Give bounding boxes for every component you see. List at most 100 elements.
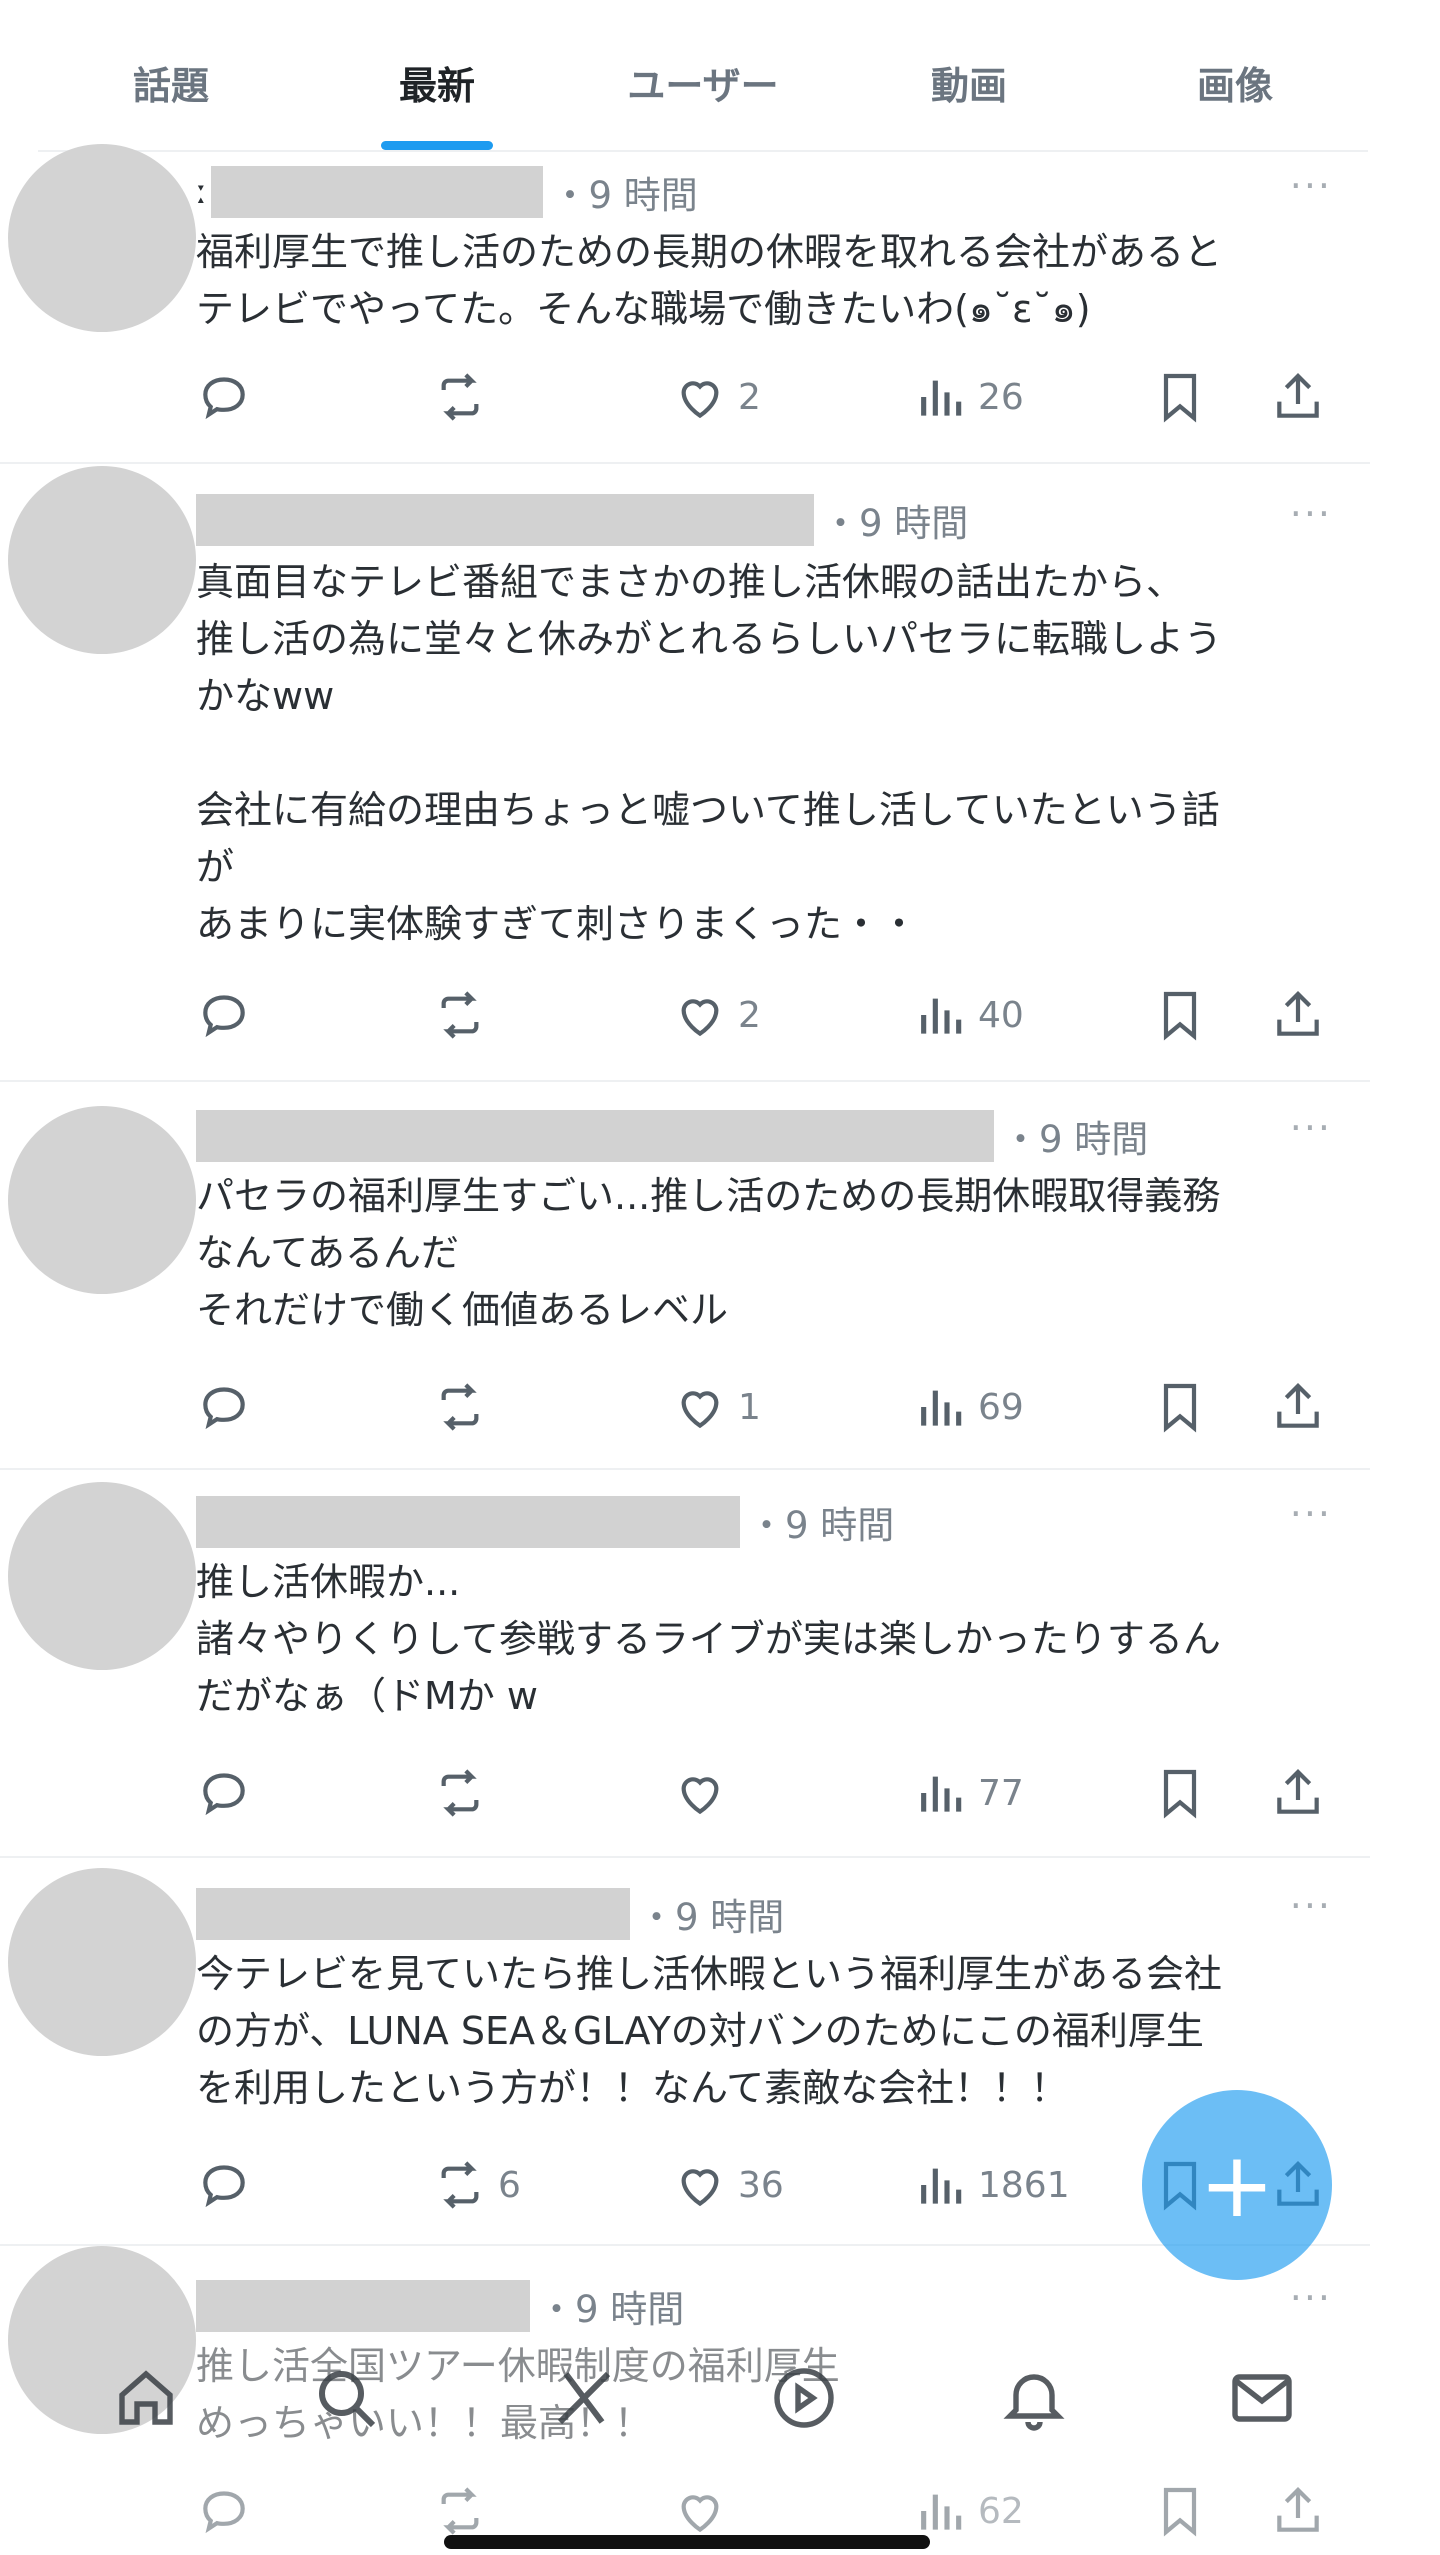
like-button[interactable]: 36: [672, 2150, 784, 2220]
bottom-nav: [0, 2330, 1370, 2470]
views-count: 26: [978, 376, 1024, 418]
nav-messages[interactable]: [1214, 2350, 1310, 2446]
views-button[interactable]: 40: [912, 980, 1024, 1050]
more-options-icon[interactable]: ···: [1290, 2276, 1332, 2320]
post-header: ・9 時間: [196, 1106, 1148, 1166]
post-time: ・9 時間: [748, 1504, 895, 1547]
views-chart-icon: [921, 2494, 962, 2530]
repost-button[interactable]: [432, 980, 498, 1050]
avatar[interactable]: [8, 1106, 196, 1294]
reply-button[interactable]: [196, 980, 262, 1050]
share-icon: [1277, 373, 1319, 418]
post[interactable]: ・9 時間 ··· 推し活休暇か... 諸々やりくりして参戦するライブが実は楽し…: [0, 1470, 1370, 1858]
reply-button[interactable]: [196, 1372, 262, 1442]
views-chart-icon: [921, 380, 962, 416]
bookmark-icon: [1163, 991, 1197, 1041]
author-name-redacted[interactable]: [196, 1496, 740, 1548]
tab-images[interactable]: 画像: [1102, 14, 1368, 150]
author-name-redacted[interactable]: [196, 2280, 530, 2332]
bookmark-button[interactable]: [1152, 2476, 1208, 2546]
reply-button[interactable]: [196, 362, 262, 432]
bookmark-button[interactable]: [1152, 362, 1208, 432]
author-name-redacted[interactable]: [196, 1888, 630, 1940]
plus-icon: +: [1199, 2132, 1275, 2238]
like-button[interactable]: 2: [672, 980, 761, 1050]
more-options-icon[interactable]: ···: [1290, 1492, 1332, 1536]
share-button[interactable]: [1270, 2476, 1326, 2546]
bookmark-button[interactable]: [1152, 1758, 1208, 1828]
share-icon: [1277, 991, 1319, 1036]
repost-button[interactable]: [432, 362, 498, 432]
repost-count: 6: [498, 2164, 521, 2206]
reply-button[interactable]: [196, 2150, 262, 2220]
views-chart-icon: [921, 998, 962, 1034]
avatar[interactable]: [8, 1868, 196, 2056]
views-button[interactable]: 62: [912, 2476, 1024, 2546]
reply-icon: [203, 2165, 245, 2208]
share-icon: [1277, 1383, 1319, 1428]
avatar[interactable]: [8, 466, 196, 654]
nav-search[interactable]: [298, 2350, 394, 2446]
more-options-icon[interactable]: ···: [1290, 1106, 1332, 1150]
nav-video[interactable]: [756, 2350, 852, 2446]
tab-top[interactable]: 話題: [38, 14, 304, 150]
tab-latest[interactable]: 最新: [304, 14, 570, 150]
post-time: ・9 時間: [638, 1896, 785, 1939]
views-count: 77: [978, 1772, 1024, 1814]
more-options-icon[interactable]: ···: [1290, 164, 1332, 208]
post-header: ː ・9 時間: [196, 162, 698, 222]
author-prefix: ː: [196, 172, 208, 212]
author-name-redacted[interactable]: [196, 1110, 994, 1162]
compose-button[interactable]: +: [1142, 2090, 1332, 2280]
like-button[interactable]: 1: [672, 1372, 761, 1442]
share-button[interactable]: [1270, 362, 1326, 432]
post-actions: 77: [196, 1758, 1336, 1828]
post-text: 福利厚生で推し活のための長期の休暇を取れる会社があると テレビでやってた。そんな…: [196, 230, 1223, 331]
reply-button[interactable]: [196, 2476, 252, 2546]
avatar[interactable]: [8, 144, 196, 332]
tab-videos[interactable]: 動画: [836, 14, 1102, 150]
nav-grok[interactable]: [536, 2350, 632, 2446]
bookmark-button[interactable]: [1152, 1372, 1208, 1442]
heart-icon: [681, 999, 719, 1037]
views-button[interactable]: 1861: [912, 2150, 1070, 2220]
post[interactable]: ・9 時間 ··· 真面目なテレビ番組でまさかの推し活休暇の話出たから、 推し活…: [0, 464, 1370, 1082]
views-button[interactable]: 77: [912, 1758, 1024, 1828]
avatar[interactable]: [8, 1482, 196, 1670]
like-count: 36: [738, 2164, 784, 2206]
views-chart-icon: [921, 2168, 962, 2204]
post-time: ・9 時間: [822, 502, 969, 545]
post[interactable]: ・9 時間 ··· パセラの福利厚生すごい...推し活のための長期休暇取得義務 …: [0, 1082, 1370, 1470]
heart-icon: [681, 2495, 719, 2533]
repost-button[interactable]: 6: [432, 2150, 521, 2220]
more-options-icon[interactable]: ···: [1290, 492, 1332, 536]
nav-notifications[interactable]: [986, 2350, 1082, 2446]
views-button[interactable]: 69: [912, 1372, 1024, 1442]
share-button[interactable]: [1270, 1758, 1326, 1828]
reply-button[interactable]: [196, 1758, 262, 1828]
like-button[interactable]: [672, 1758, 738, 1828]
bookmark-button[interactable]: [1152, 980, 1208, 1050]
repost-button[interactable]: [432, 1372, 498, 1442]
repost-icon: [441, 991, 479, 1039]
post[interactable]: ː ・9 時間 ··· 福利厚生で推し活のための長期の休暇を取れる会社があると …: [0, 144, 1370, 464]
share-button[interactable]: [1270, 1372, 1326, 1442]
mail-icon: [1232, 2374, 1292, 2422]
share-button[interactable]: [1270, 980, 1326, 1050]
author-name-redacted[interactable]: [211, 166, 544, 218]
share-icon: [1277, 2487, 1319, 2532]
bookmark-icon: [1163, 2487, 1197, 2537]
views-button[interactable]: 26: [912, 362, 1024, 432]
repost-icon: [441, 373, 479, 421]
home-icon: [119, 2370, 173, 2425]
author-name-redacted[interactable]: [196, 494, 814, 546]
tab-users[interactable]: ユーザー: [570, 14, 836, 150]
like-button[interactable]: 2: [672, 362, 761, 432]
more-options-icon[interactable]: ···: [1290, 1884, 1332, 1928]
reply-icon: [203, 1387, 245, 1430]
repost-button[interactable]: [432, 1758, 498, 1828]
bookmark-icon: [1163, 1383, 1197, 1433]
nav-home[interactable]: [98, 2350, 194, 2446]
post-header: ・9 時間: [196, 1492, 894, 1552]
repost-icon: [441, 2487, 479, 2535]
